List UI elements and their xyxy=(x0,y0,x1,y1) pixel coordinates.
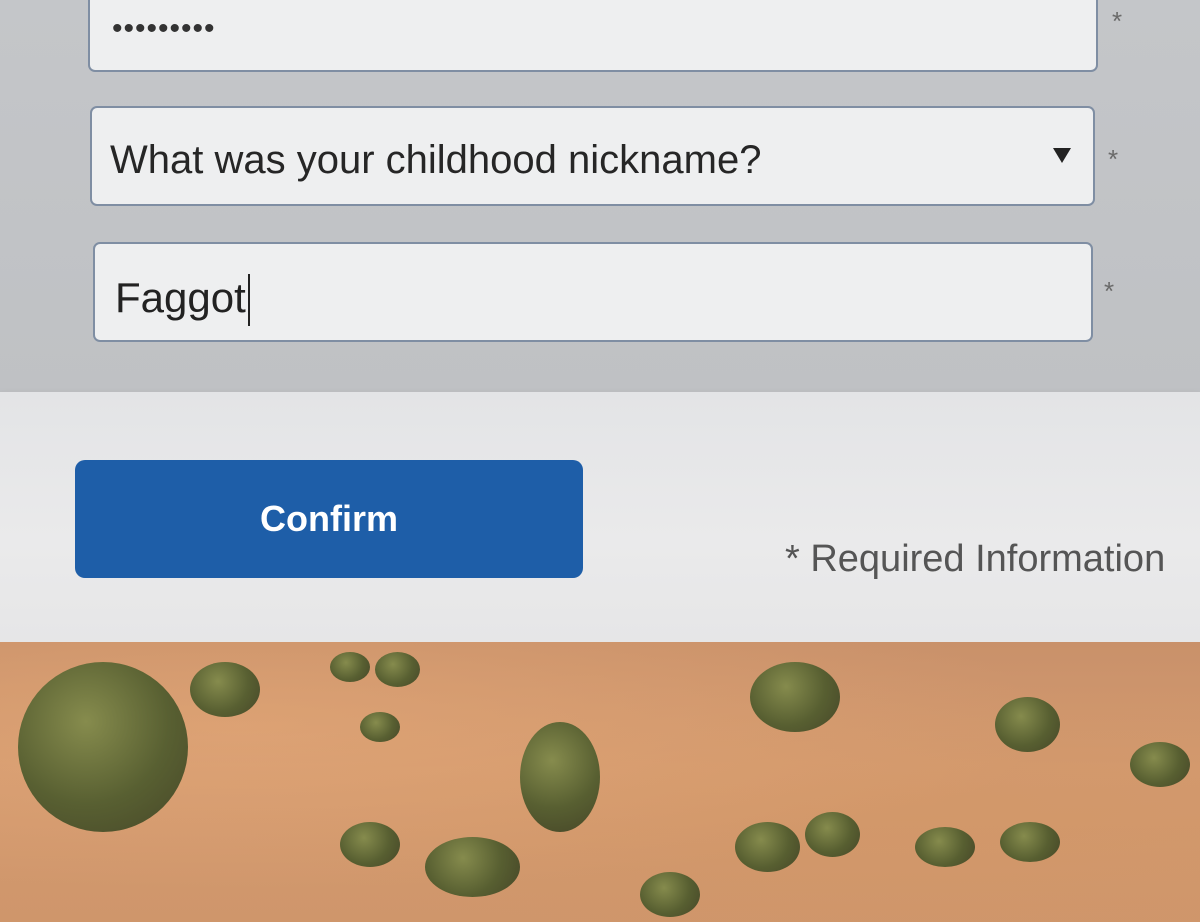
security-answer-input[interactable]: Faggot xyxy=(93,242,1093,342)
shrub xyxy=(375,652,420,687)
shrub xyxy=(360,712,400,742)
password-field[interactable]: ••••••••• xyxy=(88,0,1098,72)
shrub xyxy=(995,697,1060,752)
security-answer-value: Faggot xyxy=(115,274,246,321)
dropdown-arrow-icon xyxy=(1053,148,1071,163)
text-cursor xyxy=(248,274,250,326)
shrub xyxy=(915,827,975,867)
shrub xyxy=(425,837,520,897)
shrub xyxy=(640,872,700,917)
security-question-selected: What was your childhood nickname? xyxy=(110,138,762,182)
form-panel: ••••••••• * What was your childhood nick… xyxy=(0,0,1200,392)
shrub xyxy=(520,722,600,832)
required-information-note: * Required Information xyxy=(785,538,1166,580)
security-question-required-marker: * xyxy=(1108,144,1119,174)
security-answer-required-marker: * xyxy=(1104,276,1115,306)
password-required-marker: * xyxy=(1112,6,1123,36)
shrub xyxy=(1130,742,1190,787)
password-masked-value: ••••••••• xyxy=(112,12,216,45)
shrub xyxy=(1000,822,1060,862)
desert-wallpaper xyxy=(0,642,1200,922)
shrub xyxy=(330,652,370,682)
confirm-button[interactable]: Confirm xyxy=(75,460,583,578)
shrub xyxy=(750,662,840,732)
shrub xyxy=(805,812,860,857)
shrub xyxy=(735,822,800,872)
security-question-select[interactable]: What was your childhood nickname? xyxy=(90,106,1095,206)
shrub xyxy=(18,662,188,832)
form-footer: Confirm * Required Information xyxy=(0,392,1200,642)
shrub xyxy=(340,822,400,867)
shrub xyxy=(190,662,260,717)
